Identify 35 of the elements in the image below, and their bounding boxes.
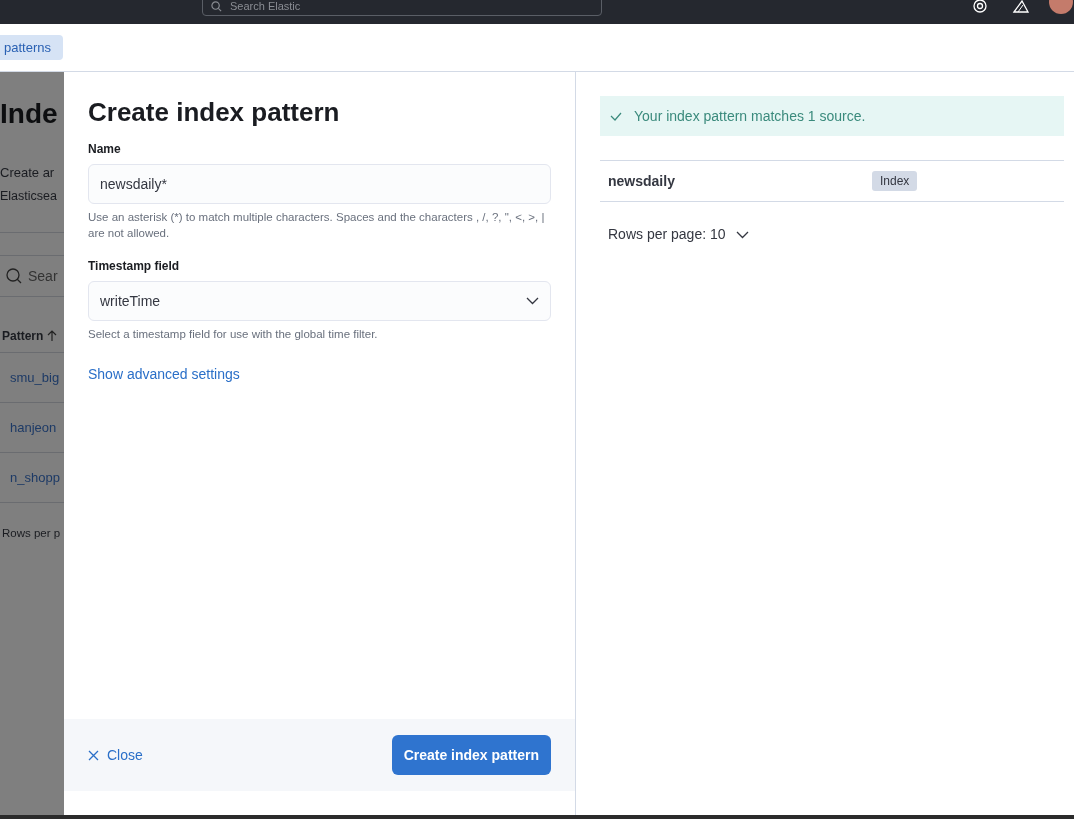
page-description: Create ar <box>0 164 55 182</box>
source-name: newsdaily <box>608 171 676 191</box>
help-text: Select a timestamp field for use with the global time filter. <box>88 327 379 342</box>
advanced-settings-link[interactable]: Show advanced settings <box>88 364 240 385</box>
close-icon <box>88 749 99 761</box>
type-badge: Index <box>872 171 918 191</box>
field-label: Timestamp field <box>88 258 181 275</box>
field-label: Name <box>88 141 122 158</box>
flyout-title: Create index pattern <box>88 96 341 128</box>
search-icon <box>6 268 22 284</box>
search-icon <box>211 0 222 12</box>
check-icon <box>610 111 622 121</box>
rows-per-page-button[interactable]: Rows per page: 10 <box>608 224 749 245</box>
breadcrumb-link[interactable]: patterns <box>0 34 63 61</box>
pattern-link[interactable]: smu_big <box>10 367 60 388</box>
name-input[interactable]: newsdaily* <box>88 164 551 204</box>
pattern-link[interactable]: hanjeon <box>10 417 57 438</box>
search-placeholder: Search Elastic <box>230 0 301 14</box>
chevron-down-icon <box>735 230 749 239</box>
search-field[interactable]: Search Elastic <box>202 0 602 16</box>
pagination-label: Rows per p <box>2 526 61 541</box>
close-button[interactable]: Close <box>88 744 143 766</box>
search-placeholder: Sear <box>28 266 58 286</box>
page-title: Inde <box>0 100 58 128</box>
help-text: Use an asterisk (*) to match multiple characters. Spaces and the characters , /, ?, ", <, >, | are not allowed. <box>88 210 546 241</box>
chevron-down-icon <box>526 297 539 305</box>
create-button[interactable]: Create index pattern <box>391 735 551 775</box>
page-description: Elasticsea <box>0 188 57 205</box>
column-header[interactable]: Pattern <box>2 327 44 345</box>
timestamp-select[interactable]: writeTime <box>88 281 551 321</box>
help-icon[interactable] <box>972 0 988 14</box>
success-callout: Your index pattern matches 1 source. <box>600 96 1064 136</box>
megaphone-icon[interactable] <box>1012 0 1030 14</box>
pattern-link[interactable]: n_shopp <box>10 467 60 488</box>
sort-up-icon <box>47 330 58 342</box>
